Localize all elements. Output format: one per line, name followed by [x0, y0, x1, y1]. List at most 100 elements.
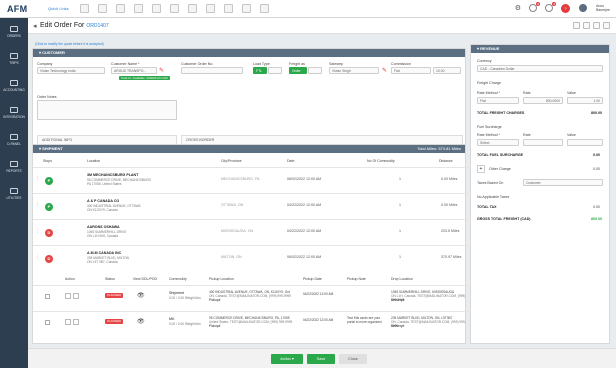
- print-icon[interactable]: [573, 22, 580, 29]
- add-other-charge-icon[interactable]: +: [477, 165, 485, 173]
- view-pod-icon[interactable]: 👁: [137, 292, 145, 299]
- row-checkbox[interactable]: [45, 294, 50, 299]
- orders-nav-icon[interactable]: [80, 4, 89, 13]
- driver-nav-icon[interactable]: [152, 4, 161, 13]
- total-tax-label: TOTAL TAX: [477, 205, 497, 209]
- gear-icon[interactable]: ⚙: [515, 4, 521, 12]
- truck-nav-icon[interactable]: [134, 4, 143, 13]
- stop-commodity-count: 1: [399, 255, 401, 259]
- commission-type-select[interactable]: Flat: [391, 67, 431, 74]
- taxes-based-select[interactable]: Customer: [523, 179, 603, 186]
- fuel-method-select[interactable]: Select: [477, 139, 519, 146]
- trips-nav-icon[interactable]: [98, 4, 107, 13]
- order-notes-input[interactable]: [37, 100, 177, 120]
- sidebar-item-orders[interactable]: ORDERS: [0, 18, 28, 45]
- commodity-row[interactable]: PLANNED 👁 Mtl. 0.00 / 0.00 Weight/Lbs 95…: [33, 311, 469, 337]
- stop-row[interactable]: ⋮ P 3M MECHANICSBURG PLANT 95 COMMERCE D…: [33, 167, 469, 193]
- stop-address-2: ON L9T 3B7, Canada: [87, 260, 118, 264]
- sidebar-item-accounting[interactable]: ACCOUNTING: [0, 72, 28, 99]
- report-nav-icon[interactable]: [206, 4, 215, 13]
- col-location: Location: [87, 159, 101, 163]
- fuel-value-input[interactable]: [567, 139, 603, 146]
- fuel-rate-input[interactable]: [523, 139, 563, 146]
- freight-as-order[interactable]: Order: [289, 67, 307, 74]
- rate-input[interactable]: 800.0000: [523, 97, 563, 104]
- sidebar-item-integration[interactable]: INTEGRATION: [0, 99, 28, 126]
- sidebar-item-trips[interactable]: TRIPS: [0, 45, 28, 72]
- salesrep-select[interactable]: Vivian Singh: [329, 67, 379, 74]
- sidebar-item-reports[interactable]: REPORTS: [0, 153, 28, 180]
- commodity-name: Mtl.: [169, 317, 175, 321]
- load-type-ftl[interactable]: FTL: [253, 67, 267, 74]
- stop-row[interactable]: ⋮ D A.M.M CANADA INC 205 MARKET BLVD, MI…: [33, 245, 469, 271]
- sub-col-pickup-location: Pickup Location: [209, 277, 234, 281]
- total-miles: Total Miles: 573.81 Miles: [417, 146, 461, 151]
- action-button[interactable]: Action ▾: [271, 354, 303, 364]
- sub-col-pickup-date: Pickup Date: [303, 277, 322, 281]
- drag-handle-icon[interactable]: ⋮: [35, 254, 40, 260]
- save-button[interactable]: Save: [307, 354, 335, 364]
- stop-distance: 370.97 Miles: [441, 255, 462, 259]
- pdf-icon[interactable]: [583, 22, 590, 29]
- stop-address-2: ON K1G0Y9, Canada: [87, 208, 118, 212]
- load-type-ltl[interactable]: [268, 67, 282, 74]
- commodity-row[interactable]: PLANNED 👁 Shipment 0.00 / 0.00 Weight/Lb…: [33, 285, 469, 311]
- close-button[interactable]: Close: [339, 354, 367, 364]
- view-pod-icon[interactable]: 👁: [137, 318, 145, 325]
- map-nav-icon[interactable]: [224, 4, 233, 13]
- stop-address-2: PA 17055, United States: [87, 182, 122, 186]
- help-icon[interactable]: ?: [560, 3, 570, 13]
- customer-panel: ▾ CUSTOMER Company Vivian Technology Ind…: [32, 48, 466, 148]
- stop-commodity-count: 1: [399, 203, 401, 207]
- link-nav-icon[interactable]: [260, 4, 269, 13]
- edit-salesrep-icon[interactable]: ✎: [382, 67, 387, 74]
- stop-date: 04/22/2022 12:00 AM: [287, 229, 322, 233]
- commission-value-input[interactable]: 10.00: [433, 67, 461, 74]
- stop-distance: 0.00 Miles: [441, 203, 458, 207]
- quick-links[interactable]: Quick Links: [48, 6, 69, 11]
- sidebar-item-utilities[interactable]: UTILITIES: [0, 180, 28, 207]
- document-nav-icon[interactable]: [242, 4, 251, 13]
- main-content: ◂ Edit Order For ORD1407 (Click to modify…: [28, 18, 616, 368]
- edit-row-icon[interactable]: [65, 293, 71, 299]
- expand-icon[interactable]: [603, 22, 610, 29]
- credit-available-tag: Total Cr. Available: 200000.00 CAD: [119, 76, 170, 80]
- customer-header[interactable]: ▾ CUSTOMER: [33, 49, 465, 57]
- revenue-header[interactable]: ▾ REVENUE: [471, 45, 609, 53]
- copy-icon[interactable]: [593, 22, 600, 29]
- notification-icon[interactable]: 2: [528, 2, 540, 12]
- stop-row[interactable]: ⋮ D AARONS OSHAWA 1055 SUMMERHILL DRIVE …: [33, 219, 469, 245]
- company-select[interactable]: Vivian Technology India: [37, 67, 105, 74]
- edit-row-icon[interactable]: [65, 319, 71, 325]
- customer-name-select[interactable]: ARGUS TRANSPO...: [111, 67, 157, 74]
- delete-row-icon[interactable]: [73, 319, 79, 325]
- edit-customer-icon[interactable]: ✎: [159, 67, 164, 74]
- customer-order-no-input[interactable]: [181, 67, 243, 74]
- settlement-nav-icon[interactable]: [188, 4, 197, 13]
- back-arrow-icon[interactable]: ◂: [33, 22, 37, 30]
- row-checkbox[interactable]: [45, 320, 50, 325]
- stop-type-badge: P: [45, 203, 53, 211]
- user-name[interactable]: Annu Banerjee: [596, 4, 610, 12]
- sidebar-item-dpanel[interactable]: D-PANEL: [0, 126, 28, 153]
- currency-select[interactable]: CAD - Canadian Dollar: [477, 65, 603, 72]
- delete-row-icon[interactable]: [73, 293, 79, 299]
- stop-type-badge: P: [45, 177, 53, 185]
- shipment-header[interactable]: ▾ SHIPMENT Total Miles: 573.81 Miles: [33, 145, 465, 153]
- total-freight-value: 800.00: [591, 111, 602, 115]
- drag-handle-icon[interactable]: ⋮: [35, 202, 40, 208]
- message-icon[interactable]: 4: [544, 2, 556, 12]
- drag-handle-icon[interactable]: ⋮: [35, 176, 40, 182]
- drop-number: Delivery#: [391, 298, 405, 302]
- drag-handle-icon[interactable]: ⋮: [35, 228, 40, 234]
- calendar-nav-icon[interactable]: [116, 4, 125, 13]
- value-input[interactable]: 1.00: [567, 97, 603, 104]
- utilities-icon: [10, 187, 18, 194]
- invoice-nav-icon[interactable]: [170, 4, 179, 13]
- stop-row[interactable]: ⋮ P A & P CANADA CO 400 INDUSTRIAL AVENU…: [33, 193, 469, 219]
- customer-order-no-label: Customer Order No.: [181, 62, 214, 66]
- freight-as-quote[interactable]: [308, 67, 322, 74]
- app-logo: AFM: [7, 4, 28, 14]
- avatar[interactable]: [577, 3, 588, 13]
- rate-method-select[interactable]: Flat: [477, 97, 519, 104]
